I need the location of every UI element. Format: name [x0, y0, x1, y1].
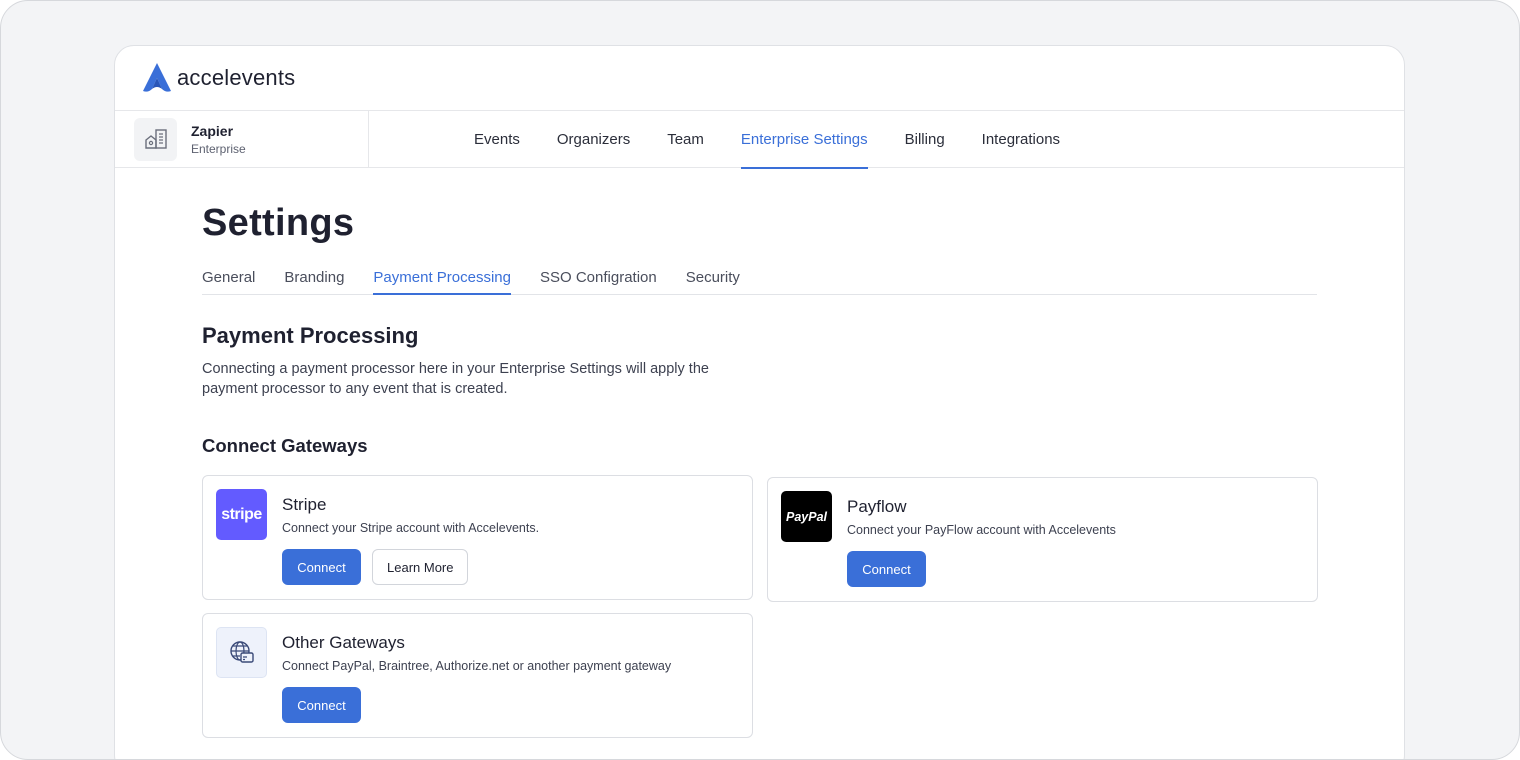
accelevents-logo-icon[interactable]	[140, 61, 174, 95]
section-title: Payment Processing	[202, 323, 419, 348]
section-description: Connecting a payment processor here in y…	[202, 361, 709, 397]
payflow-title: Payflow	[847, 497, 907, 516]
brand-name: accelevents	[177, 65, 296, 90]
stripe-logo-icon: stripe	[216, 489, 267, 540]
paypal-logo-text: PayPal	[785, 509, 827, 524]
stripe-logo-text: stripe	[221, 505, 262, 523]
stripe-description: Connect your Stripe account with Accelev…	[282, 521, 540, 535]
other-gateways-description: Connect PayPal, Braintree, Authorize.net…	[282, 659, 672, 673]
org-plan: Enterprise	[191, 141, 246, 156]
stripe-connect-button[interactable]: Connect	[282, 549, 361, 585]
org-avatar	[134, 117, 177, 161]
stripe-title: Stripe	[282, 495, 327, 514]
nav-team[interactable]: Team	[667, 111, 704, 168]
settings-content: Settings General Branding Payment Proces…	[202, 169, 1317, 457]
brand-bar: accelevents	[115, 46, 1404, 111]
org-name: Zapier	[191, 122, 234, 139]
nav-events[interactable]: Events	[474, 111, 520, 168]
stripe-learn-more-button[interactable]: Learn More	[372, 549, 469, 585]
stripe-card: stripe Stripe Connect your Stripe accoun…	[202, 475, 753, 600]
tab-sso-configuration[interactable]: SSO Configration	[540, 265, 657, 294]
nav-billing[interactable]: Billing	[905, 111, 945, 168]
other-gateways-title: Other Gateways	[282, 633, 405, 652]
tab-payment-processing[interactable]: Payment Processing	[373, 265, 511, 295]
org-switcher[interactable]: Zapier Enterprise	[115, 111, 369, 167]
globe-icon	[229, 640, 254, 663]
payflow-description: Connect your PayFlow account with Accele…	[847, 523, 1116, 537]
payflow-card: PayPal Payflow Connect your PayFlow acco…	[767, 477, 1318, 602]
gateways-title: Connect Gateways	[202, 435, 368, 456]
app-window: accelevents Zapier Enterprise Events Org…	[114, 45, 1405, 759]
paypal-logo-icon: PayPal	[781, 491, 832, 542]
tab-branding[interactable]: Branding	[284, 265, 344, 294]
page-title: Settings	[202, 202, 355, 244]
globe-card-icon	[216, 627, 267, 678]
other-gateways-card: Other Gateways Connect PayPal, Braintree…	[202, 613, 753, 738]
tab-security[interactable]: Security	[686, 265, 740, 294]
settings-tabs: General Branding Payment Processing SSO …	[202, 265, 1317, 295]
outer-frame: accelevents Zapier Enterprise Events Org…	[0, 0, 1520, 760]
tab-general[interactable]: General	[202, 265, 255, 294]
top-nav-bar: Zapier Enterprise Events Organizers Team…	[115, 111, 1404, 169]
nav-organizers[interactable]: Organizers	[557, 111, 630, 168]
main-nav: Events Organizers Team Enterprise Settin…	[474, 111, 1097, 169]
building-icon	[144, 129, 167, 149]
other-gateways-connect-button[interactable]: Connect	[282, 687, 361, 723]
nav-enterprise-settings[interactable]: Enterprise Settings	[740, 111, 868, 169]
payflow-connect-button[interactable]: Connect	[847, 551, 926, 587]
nav-integrations[interactable]: Integrations	[982, 111, 1060, 168]
